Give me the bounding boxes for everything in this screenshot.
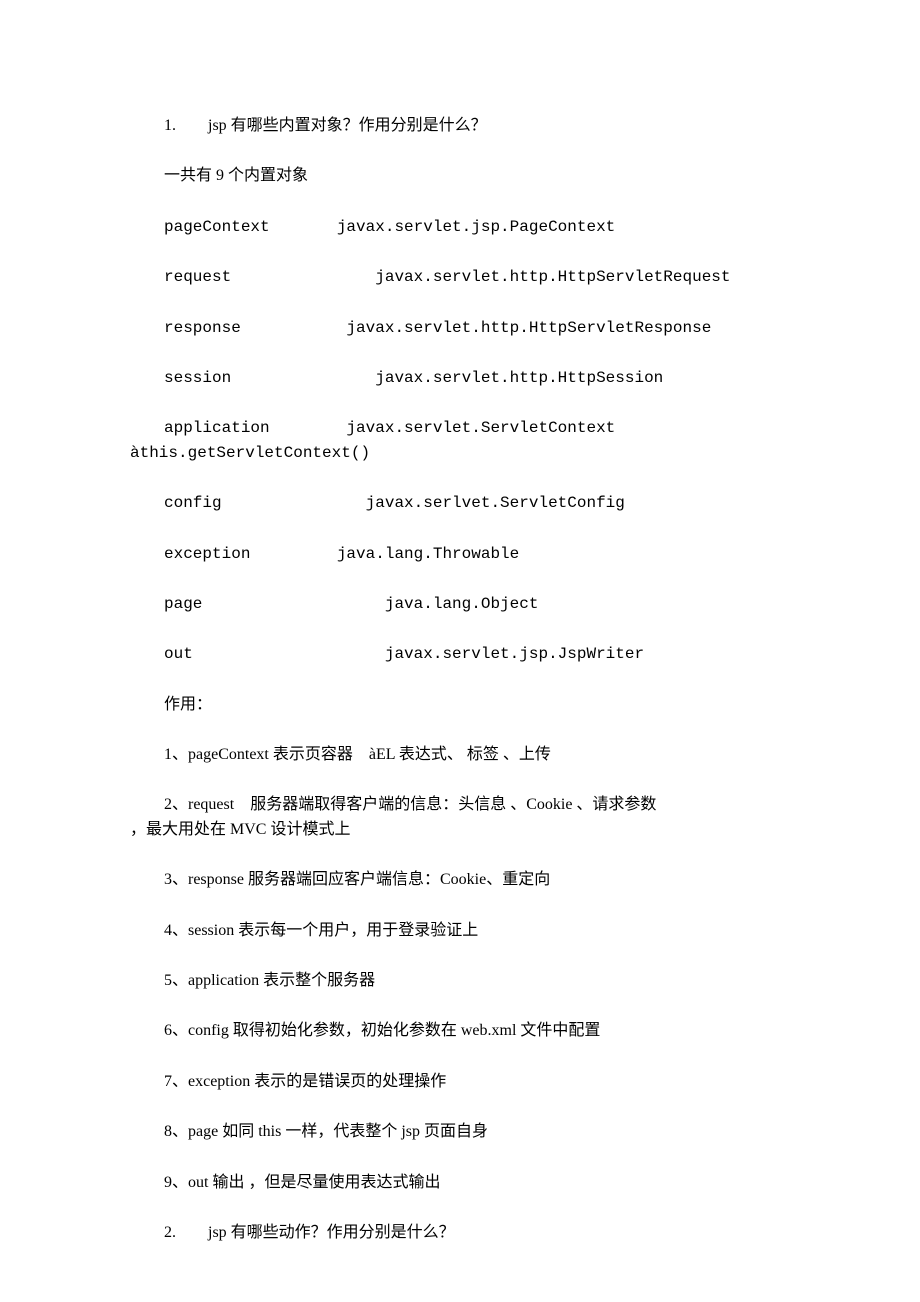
object-application-line1: application javax.servlet.ServletContext <box>130 417 790 439</box>
object-page: page java.lang.Object <box>130 593 790 615</box>
usage-3: 3、response 服务器端回应客户端信息：Cookie、重定向 <box>130 869 790 891</box>
usage-1: 1、pageContext 表示页容器 àEL 表达式、 标签 、上传 <box>130 744 790 766</box>
usage-6: 6、config 取得初始化参数，初始化参数在 web.xml 文件中配置 <box>130 1020 790 1042</box>
usage-2: 2、request 服务器端取得客户端的信息：头信息 、Cookie 、请求参数… <box>130 794 790 841</box>
usage-4: 4、session 表示每一个用户，用于登录验证上 <box>130 920 790 942</box>
usage-7: 7、exception 表示的是错误页的处理操作 <box>130 1071 790 1093</box>
usage-9: 9、out 输出 ，但是尽量使用表达式输出 <box>130 1172 790 1194</box>
object-session: session javax.servlet.http.HttpSession <box>130 367 790 389</box>
usage-5: 5、application 表示整个服务器 <box>130 970 790 992</box>
object-out: out javax.servlet.jsp.JspWriter <box>130 643 790 665</box>
intro-text: 一共有 9 个内置对象 <box>130 165 790 187</box>
usage-2-line2: ，最大用处在 MVC 设计模式上 <box>130 819 790 841</box>
usage-2-line1: 2、request 服务器端取得客户端的信息：头信息 、Cookie 、请求参数 <box>130 794 790 816</box>
question-2: 2. jsp 有哪些动作？作用分别是什么？ <box>130 1222 790 1244</box>
object-config: config javax.serlvet.ServletConfig <box>130 492 790 514</box>
object-exception: exception java.lang.Throwable <box>130 543 790 565</box>
object-application: application javax.servlet.ServletContext… <box>130 417 790 464</box>
object-application-line2: àthis.getServletContext() <box>130 442 790 464</box>
usage-header: 作用： <box>130 694 790 716</box>
usage-8: 8、page 如同 this 一样，代表整个 jsp 页面自身 <box>130 1121 790 1143</box>
object-pagecontext: pageContext javax.servlet.jsp.PageContex… <box>130 216 790 238</box>
object-response: response javax.servlet.http.HttpServletR… <box>130 317 790 339</box>
question-1: 1. jsp 有哪些内置对象？作用分别是什么？ <box>130 115 790 137</box>
object-request: request javax.servlet.http.HttpServletRe… <box>130 266 790 288</box>
